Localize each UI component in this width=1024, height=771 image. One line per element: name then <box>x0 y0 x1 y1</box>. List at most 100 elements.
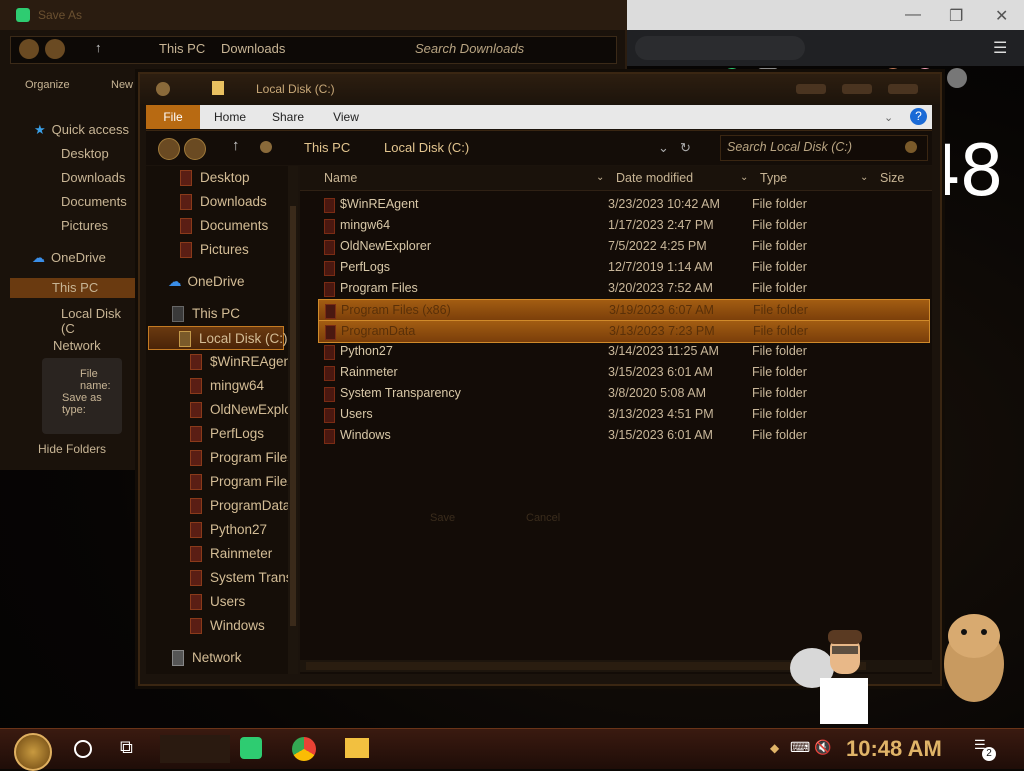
sort-chevron-icon[interactable]: ⌄ <box>860 166 868 190</box>
nav-item-programdata[interactable]: ProgramData <box>190 494 288 518</box>
up-icon[interactable]: ↑ <box>232 137 240 154</box>
nav-item-winreagent[interactable]: $WinREAgen <box>190 350 288 374</box>
table-row[interactable]: Rainmeter 3/15/2023 6:01 AM File folder <box>318 362 928 383</box>
help-icon[interactable]: ? <box>910 108 927 125</box>
minimize-icon[interactable]: — <box>905 6 921 24</box>
column-header-date[interactable]: Date modified <box>616 166 693 190</box>
sidebar-item-downloads[interactable]: Downloads <box>61 170 125 185</box>
nav-item-desktop[interactable]: Desktop <box>180 166 250 190</box>
nav-scroll-thumb[interactable] <box>290 206 296 626</box>
nav-item-network[interactable]: Network <box>172 646 242 670</box>
maximize-icon[interactable]: ❐ <box>949 6 963 26</box>
sidebar-item-network[interactable]: Network <box>53 338 101 353</box>
taskbar-clock[interactable]: 10:48 AM <box>846 736 942 762</box>
table-row-selected[interactable]: Program Files (x86) 3/19/2023 6:07 AM File… <box>318 299 930 322</box>
hide-folders-button[interactable]: Hide Folders <box>38 442 106 456</box>
task-view-icon[interactable]: ⧉ <box>120 737 133 758</box>
nav-item-documents[interactable]: Documents <box>180 214 268 238</box>
star-icon: ★ <box>34 122 46 137</box>
minimize-button[interactable] <box>796 84 826 94</box>
breadcrumb-downloads[interactable]: Downloads <box>221 41 285 56</box>
tray-expand-icon[interactable]: ◆ <box>770 741 779 755</box>
cancel-button[interactable]: Cancel <box>526 512 560 524</box>
table-row[interactable]: OldNewExplorer 7/5/2022 4:25 PM File folde… <box>318 236 928 257</box>
column-header-name[interactable]: Name <box>324 166 357 190</box>
nav-item-pictures[interactable]: Pictures <box>180 238 249 262</box>
volume-muted-icon[interactable]: 🔇 <box>814 739 831 756</box>
table-row[interactable]: System Transparency 3/8/2020 5:08 AM File … <box>318 383 928 404</box>
close-button[interactable] <box>888 84 918 94</box>
organize-button[interactable]: Organize <box>25 79 70 91</box>
nav-item-perflogs[interactable]: PerfLogs <box>190 422 264 446</box>
nav-item-local-disk[interactable]: Local Disk (C:) <box>148 326 288 350</box>
nav-item-users[interactable]: Users <box>190 590 245 614</box>
forward-icon[interactable] <box>45 39 65 59</box>
nav-item-system-transparency[interactable]: System Trans <box>190 566 288 590</box>
nav-item-python27[interactable]: Python27 <box>190 518 267 542</box>
search-icon[interactable] <box>74 740 92 758</box>
table-row[interactable]: PerfLogs 12/7/2019 1:14 AM File folder <box>318 257 928 278</box>
sidebar-item-this-pc[interactable]: This PC <box>10 278 138 298</box>
nav-item-mingw64[interactable]: mingw64 <box>190 374 264 398</box>
search-icon[interactable] <box>905 141 917 153</box>
column-header-type[interactable]: Type <box>760 166 787 190</box>
sidebar-item-desktop[interactable]: Desktop <box>61 146 109 161</box>
close-icon[interactable]: ✕ <box>995 6 1008 26</box>
address-dropdown-icon[interactable]: ⌄ <box>658 140 669 156</box>
up-icon[interactable]: ↑ <box>95 40 102 55</box>
nav-scrollbar[interactable] <box>288 166 298 674</box>
ublock-icon[interactable] <box>947 68 967 88</box>
table-row[interactable]: $WinREAgent 3/23/2023 10:42 AM File folder <box>318 194 928 215</box>
nav-item-this-pc[interactable]: This PC <box>172 302 240 326</box>
nav-item-rainmeter[interactable]: Rainmeter <box>190 542 272 566</box>
back-icon[interactable] <box>19 39 39 59</box>
forward-icon[interactable] <box>184 138 206 160</box>
sidebar-item-local-disk[interactable]: Local Disk (C <box>61 306 138 336</box>
sidebar-item-onedrive[interactable]: ☁ OneDrive <box>32 250 106 266</box>
browser-omnibox[interactable] <box>635 36 805 60</box>
breadcrumb-this-pc[interactable]: This PC <box>159 41 205 56</box>
breadcrumb-local-disk[interactable]: Local Disk (C:) <box>384 140 469 155</box>
new-folder-button[interactable]: New <box>111 79 133 91</box>
nav-item-onedrive[interactable]: ☁ OneDrive <box>168 270 245 294</box>
sidebar-item-documents[interactable]: Documents <box>61 194 127 209</box>
horizontal-scroll-thumb[interactable] <box>306 662 866 670</box>
tab-view[interactable]: View <box>322 105 370 129</box>
nav-item-program-files[interactable]: Program Files <box>190 446 288 470</box>
tab-home[interactable]: Home <box>206 105 254 129</box>
tab-share[interactable]: Share <box>264 105 312 129</box>
network-icon[interactable]: ⌨ <box>790 739 810 756</box>
sidebar-item-quick-access[interactable]: ★ Quick access <box>34 122 129 138</box>
save-as-address-bar[interactable]: ↑ This PC Downloads Search Downloads <box>10 36 617 64</box>
chrome-icon[interactable] <box>292 737 316 761</box>
breadcrumb-this-pc[interactable]: This PC <box>304 140 350 155</box>
start-button[interactable] <box>14 733 52 771</box>
nav-item-downloads[interactable]: Downloads <box>180 190 267 214</box>
refresh-icon[interactable]: ↻ <box>680 140 691 156</box>
search-input[interactable]: Search Downloads <box>415 41 524 56</box>
maximize-button[interactable] <box>842 84 872 94</box>
nav-item-windows[interactable]: Windows <box>190 614 265 638</box>
column-header-size[interactable]: Size <box>880 166 904 190</box>
nav-item-oldnewexplorer[interactable]: OldNewExplo <box>190 398 288 422</box>
nav-item-program-files-x86[interactable]: Program Files <box>190 470 288 494</box>
back-icon[interactable] <box>158 138 180 160</box>
save-button[interactable]: Save <box>430 512 455 524</box>
tab-file[interactable]: File <box>146 105 200 129</box>
chevron-down-icon[interactable]: ⌄ <box>884 111 893 124</box>
folder-icon <box>190 402 202 419</box>
sort-chevron-icon[interactable]: ⌄ <box>740 166 748 190</box>
table-row[interactable]: Program Files 3/20/2023 7:52 AM File folde… <box>318 278 928 299</box>
sidebar-item-pictures[interactable]: Pictures <box>61 218 108 233</box>
search-box[interactable]: Search Local Disk (C:) <box>720 135 928 161</box>
sheets-app-icon[interactable] <box>240 737 262 759</box>
table-row[interactable]: mingw64 1/17/2023 2:47 PM File folder <box>318 215 928 236</box>
table-row[interactable]: Python27 3/14/2023 11:25 AM File folder <box>318 341 928 362</box>
file-explorer-icon[interactable] <box>345 738 369 758</box>
search-input[interactable]: Search Local Disk (C:) <box>727 140 852 154</box>
menu-icon[interactable]: ☰ <box>993 38 1007 58</box>
table-row-selected[interactable]: ProgramData 3/13/2023 7:23 PM File folder <box>318 320 930 343</box>
table-row[interactable]: Users 3/13/2023 4:51 PM File folder <box>318 404 928 425</box>
sort-chevron-icon[interactable]: ⌄ <box>596 166 604 190</box>
table-row[interactable]: Windows 3/15/2023 6:01 AM File folder <box>318 425 928 446</box>
